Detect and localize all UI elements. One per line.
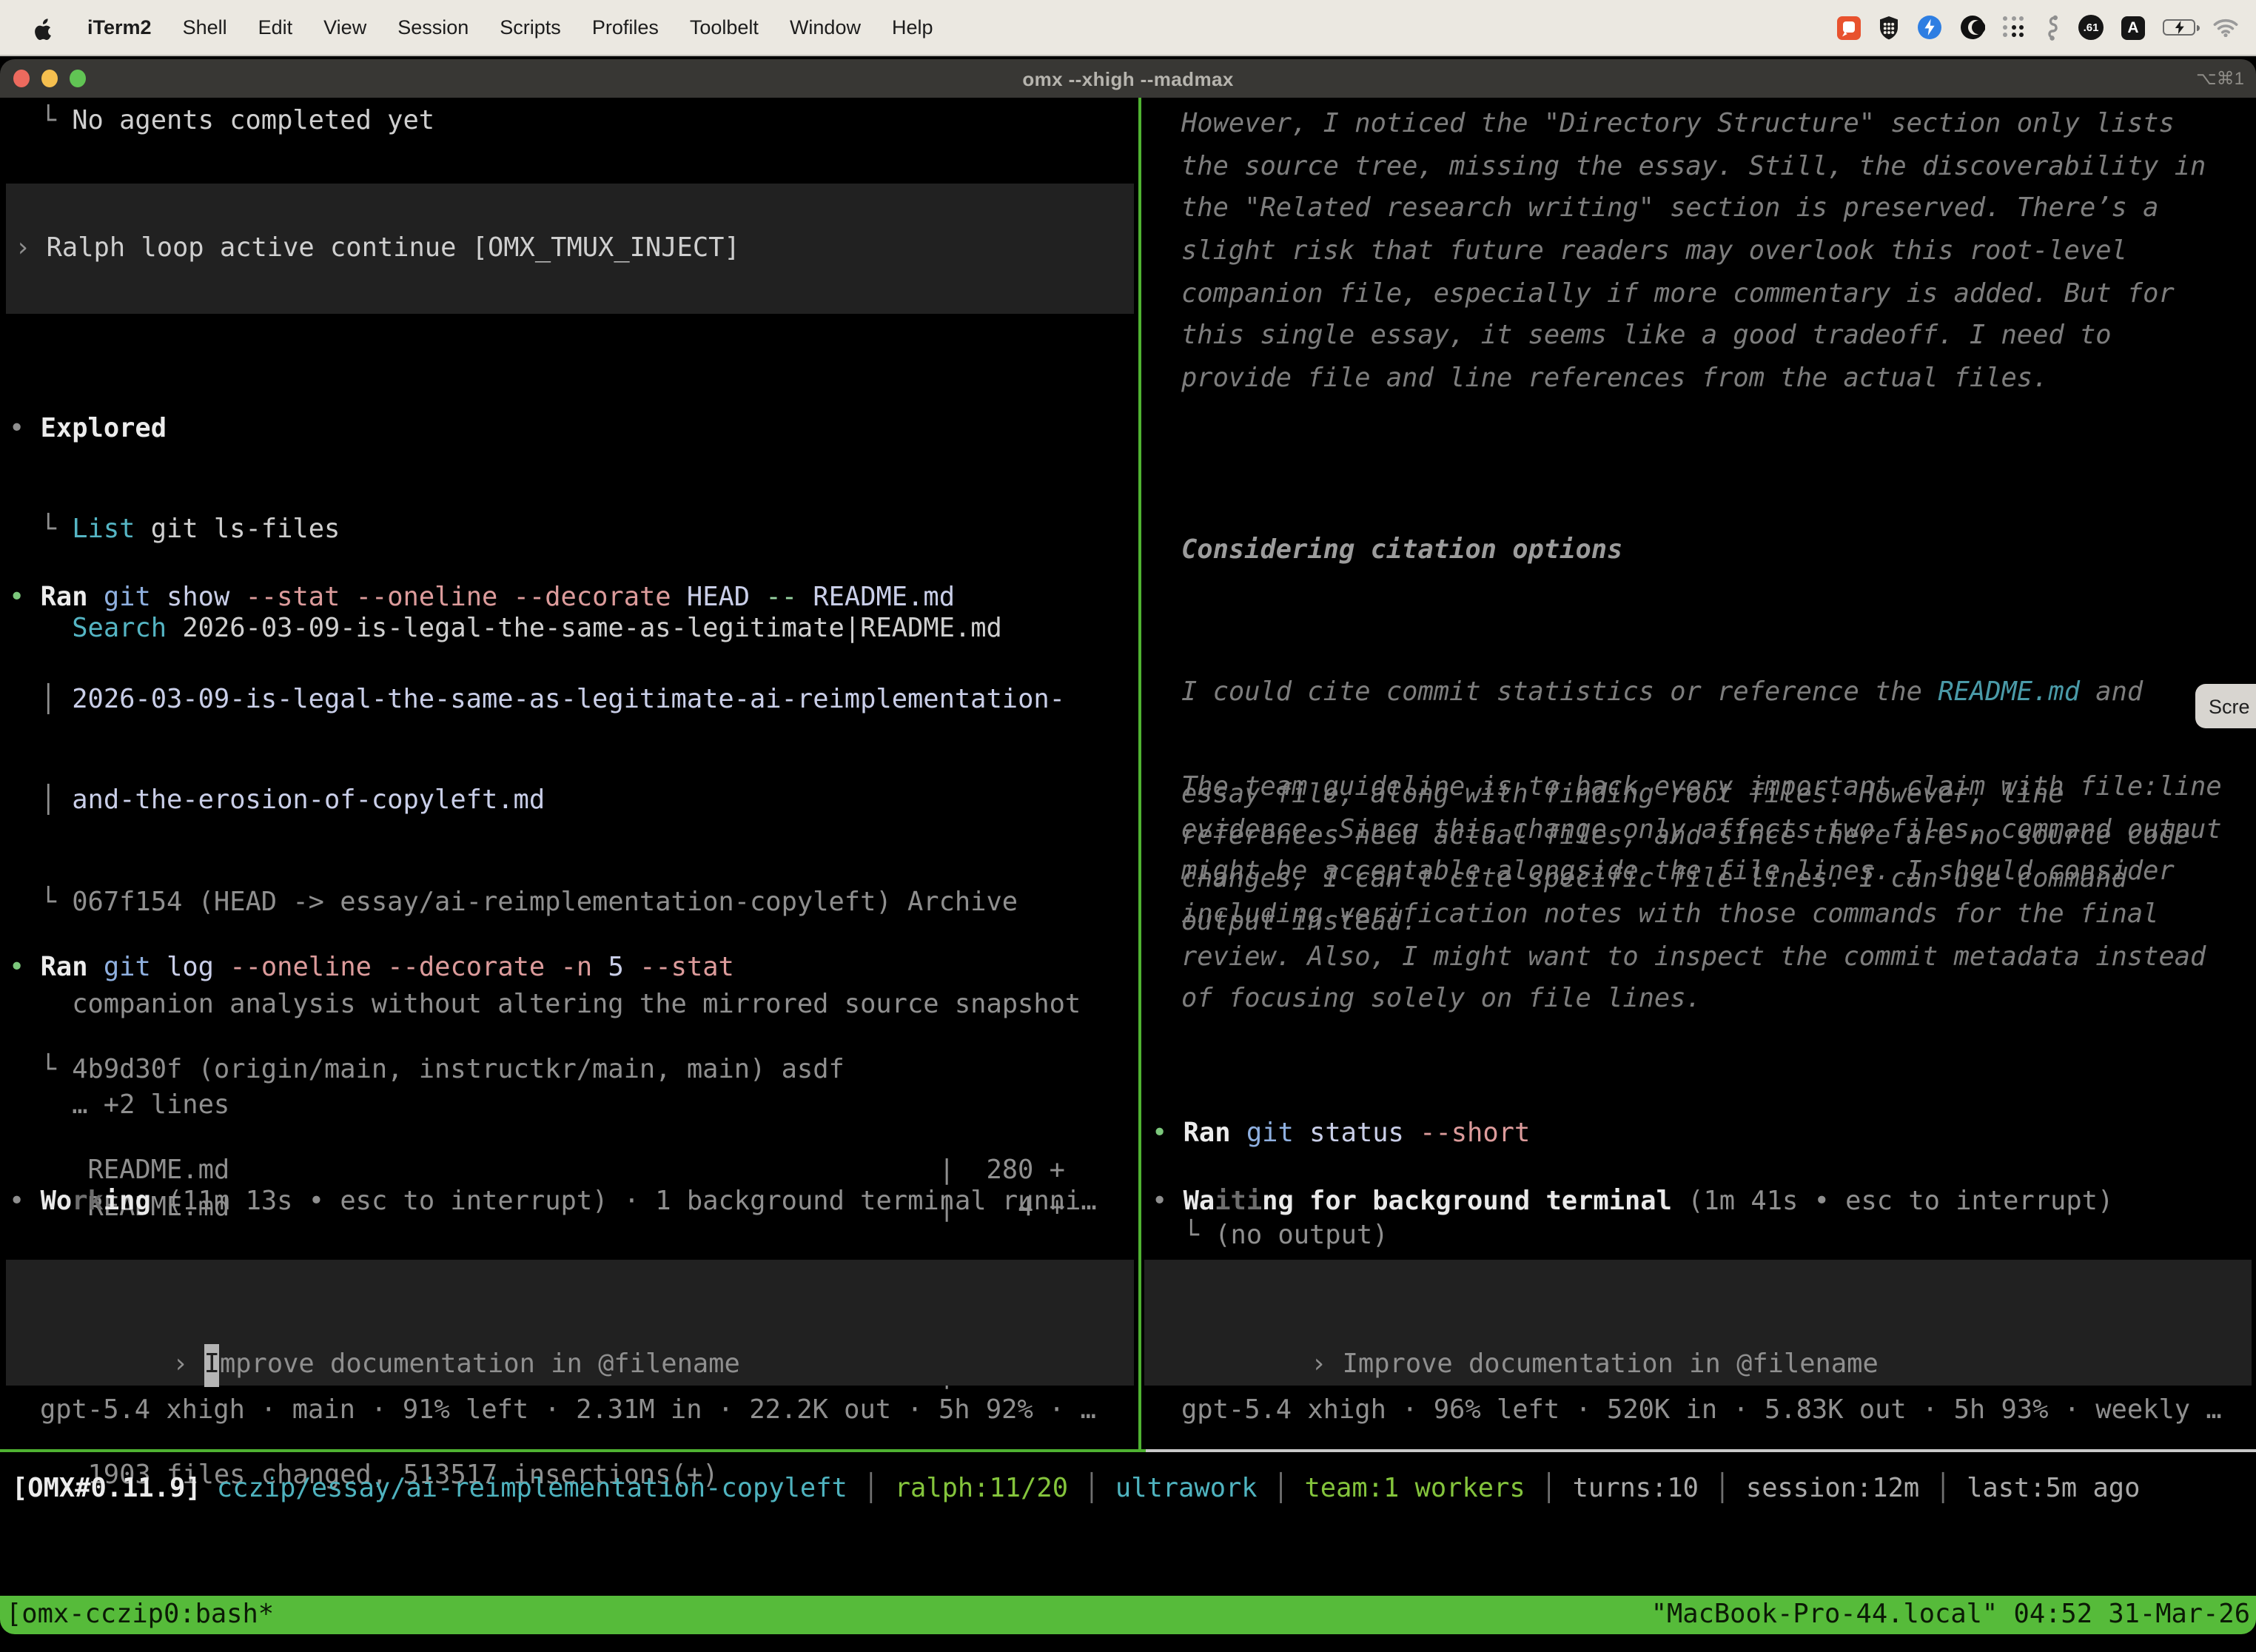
percent-badge-icon[interactable]: .61	[2078, 15, 2104, 40]
pane-bottom-border-right	[1146, 1449, 2256, 1452]
terminal-area: └ No agents completed yet › Ralph loop a…	[0, 98, 2256, 1596]
left-prompt-chevron: ›	[172, 1350, 204, 1380]
menu-item-window[interactable]: Window	[790, 16, 861, 38]
menu-items: iTerm2 Shell Edit View Session Scripts P…	[87, 16, 933, 38]
menu-item-toolbelt[interactable]: Toolbelt	[690, 16, 759, 38]
left-ralph-banner: › Ralph loop active continue [OMX_TMUX_I…	[6, 184, 1134, 314]
git-log-output-line: └ 4b9d30f (origin/main, instructkr/main,…	[9, 1049, 1065, 1091]
menu-item-session[interactable]: Session	[397, 16, 469, 38]
crescent-circle-icon[interactable]	[1960, 15, 1985, 40]
menu-item-profiles[interactable]: Profiles	[592, 16, 659, 38]
menu-item-edit[interactable]: Edit	[258, 16, 293, 38]
left-ralph-banner-text: › Ralph loop active continue [OMX_TMUX_I…	[15, 227, 740, 269]
git-show-wrap-line: │ 2026-03-09-is-legal-the-same-as-legiti…	[9, 679, 1081, 721]
assistant-a-icon[interactable]: A	[2121, 16, 2145, 39]
right-waiting-status-line: • Waiting for background terminal (1m 41…	[1152, 1181, 2113, 1223]
screen: iTerm2 Shell Edit View Session Scripts P…	[0, 0, 2256, 1652]
left-model-status-line: gpt-5.4 xhigh · main · 91% left · 2.31M …	[40, 1390, 1096, 1432]
right-model-status-line: gpt-5.4 xhigh · 96% left · 520K in · 5.8…	[1181, 1390, 2222, 1432]
left-input-placeholder: mprove documentation in @filename	[220, 1350, 740, 1380]
menu-item-iterm2[interactable]: iTerm2	[87, 16, 152, 38]
wifi-icon[interactable]	[2213, 18, 2238, 37]
dots-grid-icon[interactable]	[2003, 16, 2025, 38]
menu-bar: iTerm2 Shell Edit View Session Scripts P…	[0, 0, 2256, 56]
window-shortcut-hint: ⌥⌘1	[2196, 59, 2244, 98]
explored-title-line: • Explored	[9, 410, 1002, 451]
left-working-status-line: • Working (11m 13s • esc to interrupt) ·…	[9, 1181, 1097, 1223]
squiggle-icon[interactable]	[2043, 14, 2061, 41]
title-bar: omx --xhigh --madmax ⌥⌘1	[0, 59, 2256, 98]
paragraph-line-with-link: I could cite commit statistics or refere…	[1181, 672, 2190, 714]
pane-divider[interactable]	[1138, 98, 1141, 1449]
right-prompt-input[interactable]: › Improve documentation in @filename	[1144, 1260, 2252, 1386]
git-log-command-line: • Ran git log --oneline --decorate -n 5 …	[9, 947, 1065, 990]
git-status-command-line: • Ran git status --short	[1152, 1113, 1530, 1155]
battery-icon[interactable]	[2163, 19, 2195, 36]
left-no-agents-line: └ No agents completed yet	[9, 101, 434, 143]
git-show-command-line: • Ran git show --stat --oneline --decora…	[9, 577, 1081, 620]
tmux-window-name[interactable]: [omx-cczip0:bash*	[6, 1600, 274, 1630]
apple-menu-icon[interactable]	[33, 16, 52, 39]
menu-item-view[interactable]: View	[323, 16, 366, 38]
right-reasoning-paragraph-3: The team guideline is to back every impo…	[1181, 767, 2222, 1021]
omx-session-status-bar: [OMX#0.11.9] cczip/essay/ai-reimplementa…	[12, 1468, 2140, 1511]
screen-edge-tooltip: Scre	[2195, 684, 2256, 728]
right-reasoning-heading: Considering citation options	[1181, 530, 1622, 572]
chat-bubble-icon[interactable]	[1837, 16, 1861, 39]
menu-bar-status-icons: .61 A	[1837, 14, 2238, 41]
menu-item-shell[interactable]: Shell	[183, 16, 227, 38]
git-show-wrap-line: │ and-the-erosion-of-copyleft.md	[9, 781, 1081, 823]
blue-bolt-icon[interactable]	[1917, 15, 1942, 40]
right-prompt-line: › Improve documentation in @filename	[1153, 1301, 1879, 1343]
tmux-host-clock: "MacBook-Pro-44.local" 04:52 31-Mar-26	[1651, 1600, 2250, 1630]
left-prompt-line: › Improve documentation in @filename	[15, 1301, 740, 1343]
window-title: omx --xhigh --madmax	[0, 59, 2256, 98]
iterm2-window: omx --xhigh --madmax ⌥⌘1 └ No agents com…	[0, 59, 2256, 1634]
menu-item-help[interactable]: Help	[892, 16, 933, 38]
shield-grid-icon[interactable]	[1879, 16, 1899, 39]
left-text-cursor: I	[204, 1344, 220, 1386]
right-prompt-chevron: ›	[1311, 1350, 1343, 1380]
right-input-placeholder: Improve documentation in @filename	[1343, 1350, 1879, 1380]
left-prompt-input[interactable]: › Improve documentation in @filename	[6, 1260, 1134, 1386]
menu-item-scripts[interactable]: Scripts	[500, 16, 561, 38]
right-reasoning-paragraph-1: However, I noticed the "Directory Struct…	[1181, 104, 2206, 401]
tmux-status-bar: [omx-cczip0:bash* "MacBook-Pro-44.local"…	[0, 1596, 2256, 1634]
